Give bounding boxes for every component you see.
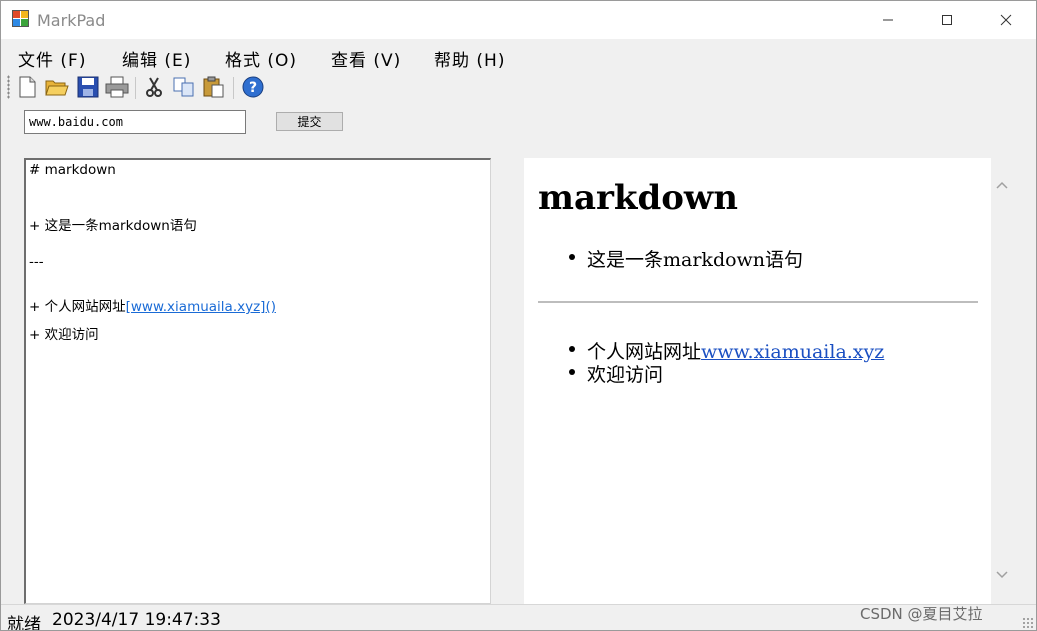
menu-bar: 文件 (F) 编辑 (E) 格式 (O) 查看 (V) 帮助 (H) [1,41,1036,71]
editor-link-text: [www.xiamuaila.xyz]() [125,299,276,315]
menu-edit[interactable]: 编辑 (E) [122,46,191,71]
status-label: 就绪 [7,615,41,631]
preview-heading: markdown [538,178,738,218]
preview-scrollbar[interactable] [991,158,1012,604]
paste-icon[interactable] [202,75,226,99]
close-button[interactable] [977,1,1035,39]
url-input[interactable] [24,110,246,134]
submit-button[interactable]: 提交 [276,112,343,131]
horizontal-rule [538,301,978,303]
editor-text: + 个人网站网址 [29,299,126,315]
open-folder-icon[interactable] [45,75,69,99]
watermark: CSDN @夏目艾拉 [860,605,983,623]
save-icon[interactable] [76,75,100,99]
svg-text:?: ? [249,80,257,96]
preview-list: 个人网站网址www.xiamuaila.xyz 欢迎访问 [524,337,884,386]
new-file-icon[interactable] [15,75,39,99]
scroll-down-icon[interactable] [991,565,1012,585]
menu-help[interactable]: 帮助 (H) [434,46,505,71]
toolbar-separator [233,77,234,99]
close-icon [1000,11,1012,30]
menu-file[interactable]: 文件 (F) [18,46,86,71]
print-icon[interactable] [105,75,129,99]
scroll-up-icon[interactable] [991,175,1012,195]
preview-list: 这是一条markdown语句 [524,245,803,271]
title-bar[interactable]: MarkPad [1,1,1036,39]
help-icon[interactable]: ? [241,75,265,99]
maximize-icon [941,11,953,30]
toolbar-grip[interactable] [7,75,10,99]
resize-grip[interactable] [1022,617,1034,629]
menu-view[interactable]: 查看 (V) [331,46,401,71]
preview-list-item: 个人网站网址www.xiamuaila.xyz [524,337,884,363]
editor-line: + 这是一条markdown语句 [29,218,197,234]
toolbar-separator [135,77,136,99]
app-icon [12,10,30,28]
status-datetime: 2023/4/17 19:47:33 [52,610,221,630]
editor-line: --- [29,254,44,270]
editor-line: + 欢迎访问 [29,327,99,343]
editor-line: + 个人网站网址[www.xiamuaila.xyz]() [29,295,276,315]
menu-format[interactable]: 格式 (O) [225,46,297,71]
toolbar: ? [1,73,1036,103]
preview-list-item: 这是一条markdown语句 [524,245,803,271]
minimize-button[interactable] [859,1,917,39]
app-window: MarkPad 文件 (F) 编辑 (E) 格式 (O) 查看 (V) 帮助 (… [0,0,1037,631]
minimize-icon [882,11,894,30]
cut-icon[interactable] [142,75,166,99]
copy-icon[interactable] [172,75,196,99]
preview-list-item: 欢迎访问 [524,360,884,386]
editor-line: # markdown [29,162,116,178]
maximize-button[interactable] [918,1,976,39]
window-title: MarkPad [37,11,106,30]
markdown-editor[interactable]: # markdown + 这是一条markdown语句 --- + 个人网站网址… [24,158,491,604]
preview-pane[interactable]: markdown 这是一条markdown语句 个人网站网址www.xiamua… [524,158,1012,604]
